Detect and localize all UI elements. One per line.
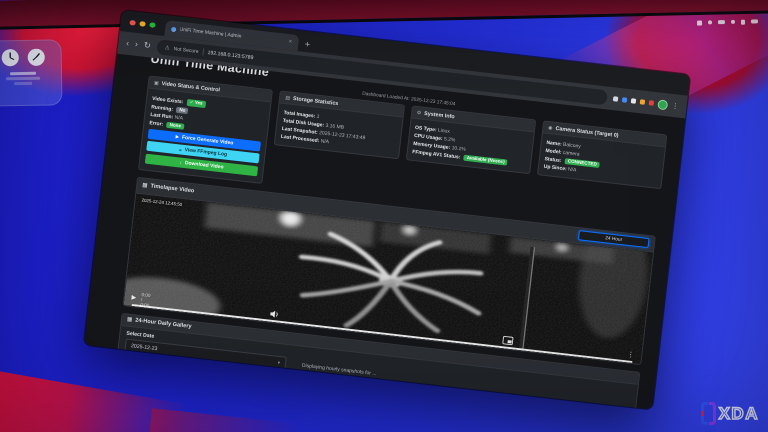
date-value: 2025-12-23 [131, 343, 158, 352]
analog-clock-icon [0, 48, 19, 67]
video-menu-icon[interactable]: ⋮ [627, 351, 635, 360]
extension-icon[interactable] [613, 96, 619, 102]
film-icon: ▦ [142, 183, 148, 190]
widget-caption [0, 71, 55, 85]
address-divider [202, 48, 204, 55]
panel-camera-status: ◉ Camera Status (Target 0) Name: Balcony… [537, 120, 668, 189]
analog-clock-icon [26, 48, 45, 67]
status-badge: None [166, 122, 184, 130]
world-clock-widget[interactable] [0, 39, 63, 106]
gear-icon: ⚙ [416, 110, 421, 116]
back-icon[interactable]: ‹ [126, 39, 130, 48]
extension-icons: ⋮ [613, 94, 680, 111]
control-center-icon[interactable] [740, 20, 745, 25]
play-icon[interactable]: ▶ [131, 295, 136, 301]
profile-avatar[interactable] [657, 99, 668, 110]
clock-menubar-item[interactable] [751, 20, 758, 24]
camera-icon: ◉ [548, 125, 553, 131]
display-icon[interactable] [697, 21, 702, 26]
xda-logo-text: XDA [719, 404, 759, 424]
storage-icon: ▤ [285, 95, 290, 101]
desktop-photo: UniFi Time Machine | Admin × + ‹ › ↻ ⚠ N… [0, 0, 768, 432]
tab-favicon [170, 26, 176, 32]
panel-video-status: ▣ Video Status & Control Video Exists: ✓… [138, 75, 273, 183]
panel-system-info: ⚙ System Info OS Type: Linux CPU Usage: … [405, 105, 536, 174]
gallery-icon: ▦ [127, 317, 133, 324]
new-tab-button[interactable]: + [304, 39, 310, 50]
reload-icon[interactable]: ↻ [143, 41, 151, 50]
close-window-button[interactable] [129, 19, 135, 25]
not-secure-icon: ⚠ [164, 45, 170, 52]
search-icon[interactable] [730, 20, 734, 24]
status-badge: ✓ Yes [186, 98, 206, 107]
tab-close-icon[interactable]: × [288, 39, 292, 45]
extension-icon[interactable] [649, 100, 655, 106]
window-controls [129, 19, 155, 27]
url-text: 192.168.0.123:5789 [207, 49, 254, 60]
zoom-window-button[interactable] [149, 22, 155, 28]
forward-icon[interactable]: › [135, 40, 139, 49]
panel-title: System Info [424, 110, 455, 119]
browser-window: UniFi Time Machine | Admin × + ‹ › ↻ ⚠ N… [84, 10, 690, 410]
battery-icon[interactable] [717, 20, 724, 24]
browser-menu-icon[interactable]: ⋮ [671, 101, 679, 110]
calendar-dropdown-icon: ▾ [277, 360, 280, 366]
extension-icon[interactable] [640, 99, 646, 105]
video-camera-icon: ▣ [154, 80, 159, 86]
log-icon: ≡ [179, 147, 182, 152]
security-label: Not Secure [173, 46, 199, 55]
section-title: Timelapse Video [150, 184, 194, 195]
wifi-icon[interactable] [707, 21, 711, 25]
status-badge: No [176, 106, 189, 113]
extension-icon[interactable] [631, 98, 637, 104]
xda-logo-icon [701, 402, 716, 425]
panel-storage-stats: ▤ Storage Statistics Total Images: 1 Tot… [274, 90, 405, 159]
xda-watermark: XDA [701, 402, 759, 425]
download-icon: ↓ [179, 160, 182, 165]
extension-icon[interactable] [622, 97, 628, 103]
play-icon: ▶ [175, 134, 179, 140]
minimize-window-button[interactable] [139, 21, 145, 27]
